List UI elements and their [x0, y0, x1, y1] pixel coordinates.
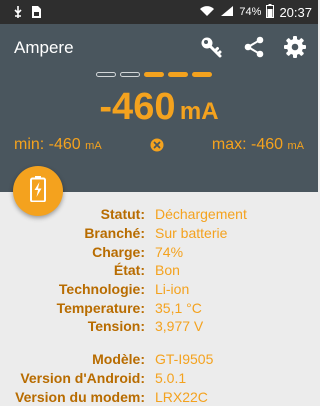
info-value: 3,977 V	[155, 318, 204, 335]
gauge-segment	[192, 72, 212, 77]
info-row: État: Bon	[0, 261, 318, 280]
battery-charging-icon	[30, 175, 46, 207]
info-row: Modèle: GT-I9505	[0, 350, 318, 369]
info-label: Modèle:	[92, 351, 145, 368]
info-label: Temperature:	[56, 299, 145, 316]
info-row: Branché: Sur batterie	[0, 224, 318, 243]
info-label: État:	[113, 262, 145, 279]
battery-info: Statut: Déchargement Branché: Sur batterie C…	[0, 205, 318, 406]
info-value: Déchargement	[155, 206, 247, 223]
share-icon[interactable]	[241, 34, 267, 60]
info-value: Sur batterie	[155, 225, 228, 242]
current-unit: mA	[179, 98, 219, 125]
gauge-segment	[120, 72, 140, 77]
info-value: GT-I9505	[155, 351, 214, 368]
wifi-icon	[199, 5, 215, 20]
gauge-segment	[96, 72, 116, 77]
max-value: max: -460	[211, 136, 284, 153]
info-value: 74%	[155, 243, 184, 260]
max-unit: mA	[287, 140, 305, 152]
info-row: Temperature: 35,1 °C	[0, 298, 318, 317]
current-reading: -460 mA	[0, 86, 318, 129]
key-icon[interactable]	[198, 34, 224, 60]
reset-icon[interactable]	[150, 138, 164, 152]
battery-percent: 74%	[239, 6, 262, 18]
info-label: Tension:	[87, 318, 145, 335]
info-label: Version du modem:	[15, 388, 145, 405]
min-reading: min: -460 mA	[14, 136, 102, 154]
info-value: Bon	[155, 262, 180, 279]
clock: 20:37	[279, 4, 312, 20]
min-unit: mA	[85, 140, 102, 152]
info-value: Li-ion	[155, 281, 190, 298]
device-info-group: Modèle: GT-I9505 Version d'Android: 5.0.1 Ve…	[0, 350, 318, 406]
info-label: Branché:	[84, 225, 145, 242]
settings-icon[interactable]	[282, 34, 308, 60]
info-value: 35,1 °C	[155, 299, 202, 316]
gauge-segment	[168, 72, 188, 77]
info-row: Version du modem: LRX22C	[0, 387, 318, 406]
app-header: Ampere -460 mA min: -460 mA max: -460 mA	[0, 24, 318, 192]
min-value: min: -460	[14, 136, 81, 153]
info-row: Technologie: Li-ion	[0, 280, 318, 299]
info-row: Version d'Android: 5.0.1	[0, 369, 318, 388]
current-gauge	[96, 72, 212, 77]
battery-status-group: Statut: Déchargement Branché: Sur batterie C…	[0, 205, 318, 336]
status-bar: 74% 20:37	[0, 0, 318, 24]
current-value: -460	[99, 86, 176, 128]
signal-icon	[220, 5, 234, 20]
info-row: Tension: 3,977 V	[0, 317, 318, 336]
info-value: LRX22C	[155, 388, 208, 405]
usb-icon	[12, 5, 24, 19]
gauge-segment	[144, 72, 164, 77]
max-reading: max: -460 mA	[212, 136, 304, 154]
info-label: Version d'Android:	[20, 369, 145, 386]
info-label: Technologie:	[58, 281, 145, 298]
sd-card-icon	[30, 5, 42, 19]
app-title: Ampere	[14, 38, 74, 57]
info-label: Charge:	[92, 243, 145, 260]
info-row: Charge: 74%	[0, 242, 318, 261]
info-row: Statut: Déchargement	[0, 205, 318, 224]
info-value: 5.0.1	[155, 369, 187, 386]
info-label: Statut:	[100, 206, 145, 223]
min-max-row: min: -460 mA max: -460 mA	[0, 136, 318, 156]
battery-icon	[266, 3, 275, 21]
